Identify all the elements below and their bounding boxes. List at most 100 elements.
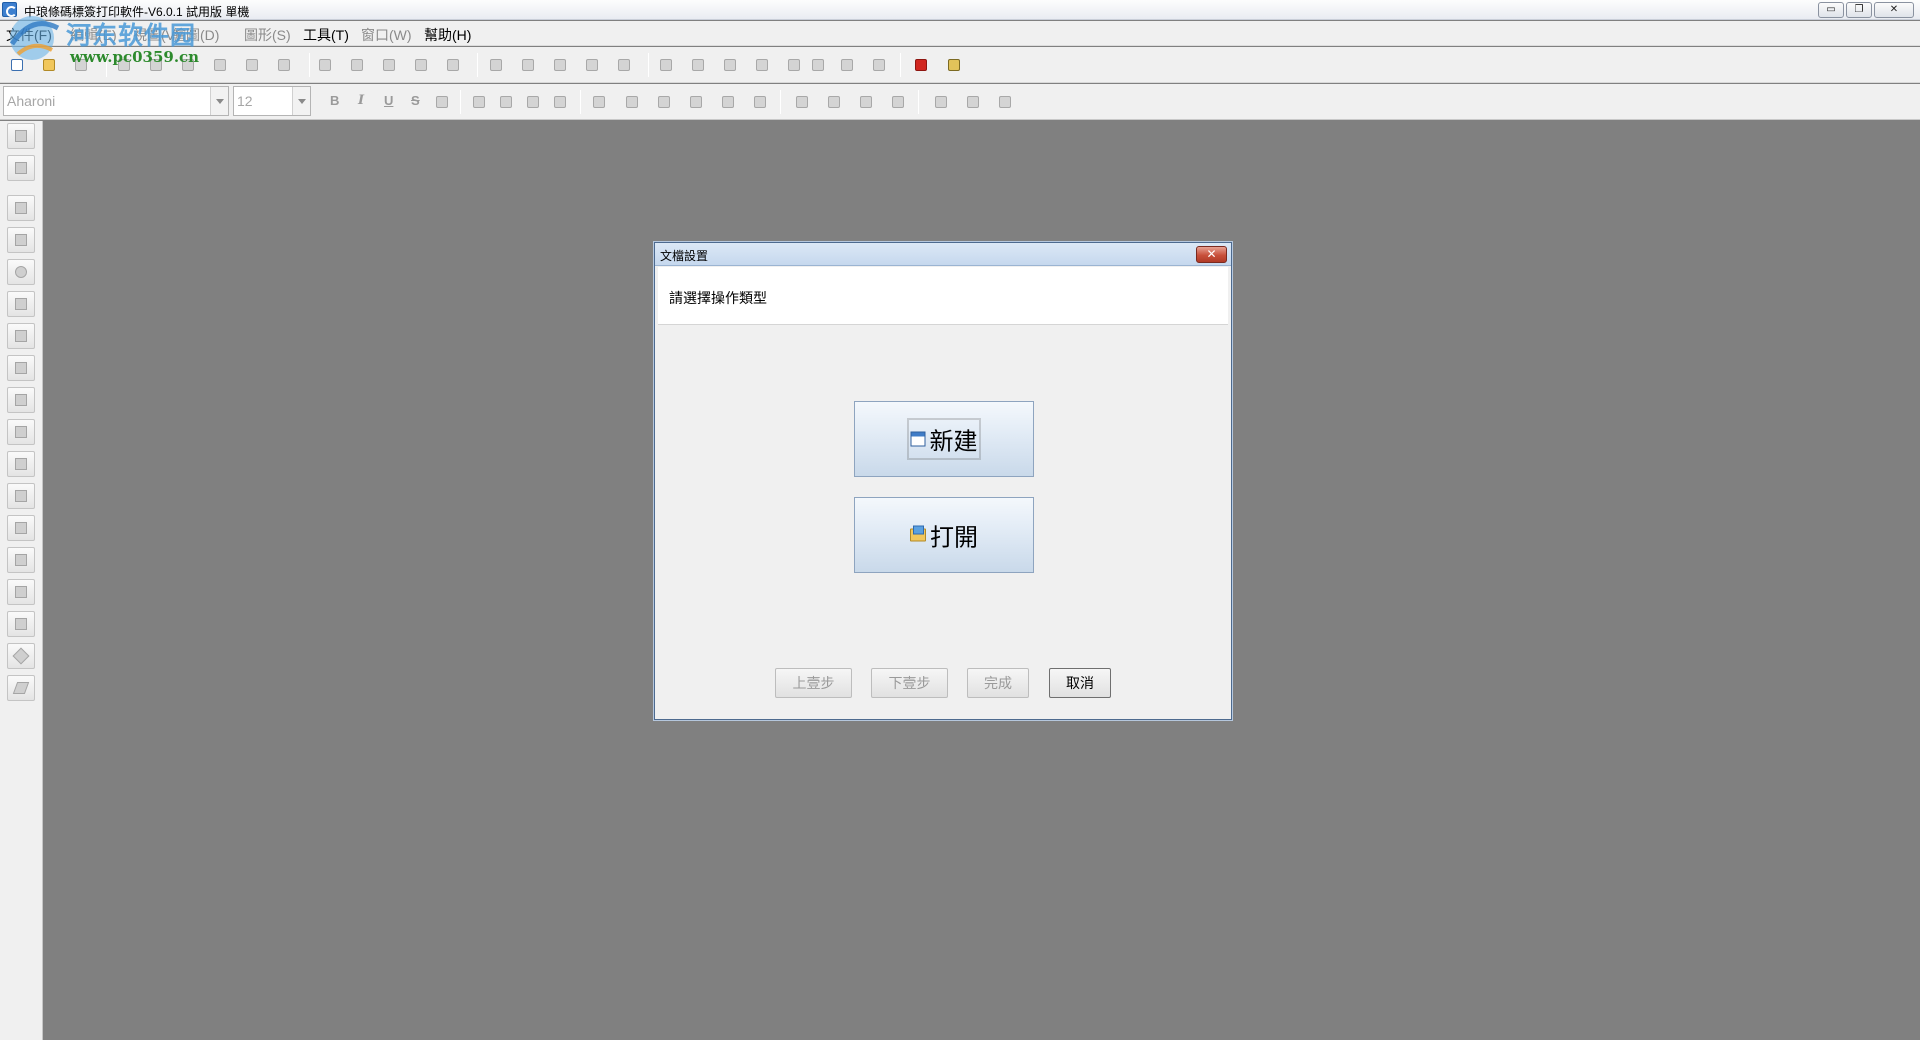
align-objects-center-icon[interactable] bbox=[751, 93, 769, 111]
group-icon[interactable] bbox=[721, 56, 739, 74]
parallelogram-icon[interactable] bbox=[7, 675, 35, 701]
cancel-button[interactable]: 取消 bbox=[1049, 668, 1111, 698]
print-icon[interactable] bbox=[147, 56, 165, 74]
open-button-content: 打開 bbox=[910, 518, 978, 553]
image-icon[interactable] bbox=[7, 419, 35, 445]
close-window-button[interactable]: ✕ bbox=[1874, 2, 1914, 18]
char-spacing-icon[interactable] bbox=[433, 93, 451, 111]
undo-icon[interactable] bbox=[412, 56, 430, 74]
menu-shape[interactable]: 圖形(S) bbox=[244, 25, 291, 45]
paste-icon[interactable] bbox=[380, 56, 398, 74]
new-button[interactable]: 新建 bbox=[854, 401, 1034, 477]
menu-help[interactable]: 幫助(H) bbox=[424, 25, 471, 45]
align-left-text-icon[interactable] bbox=[470, 93, 488, 111]
pointer-icon[interactable] bbox=[7, 123, 35, 149]
font-name-select[interactable]: Aharoni bbox=[3, 86, 229, 116]
next-step-button[interactable]: 下壹步 bbox=[871, 668, 948, 698]
dialog-title-bar: 文檔設置 ✕ bbox=[655, 243, 1231, 266]
copy-icon[interactable] bbox=[348, 56, 366, 74]
line-icon[interactable] bbox=[7, 195, 35, 221]
justify-text-icon[interactable] bbox=[551, 93, 569, 111]
bring-front-icon[interactable] bbox=[657, 56, 675, 74]
underline-button[interactable]: U bbox=[384, 93, 393, 108]
zoom-out-icon[interactable] bbox=[519, 56, 537, 74]
open-doc-icon[interactable] bbox=[40, 56, 58, 74]
print-settings-icon[interactable] bbox=[179, 56, 197, 74]
toolbar-separator bbox=[309, 53, 310, 77]
same-width-icon[interactable] bbox=[793, 93, 811, 111]
align-objects-bottom-icon[interactable] bbox=[687, 93, 705, 111]
minimize-button[interactable]: ▭ bbox=[1818, 2, 1844, 18]
menu-tools[interactable]: 工具(T) bbox=[303, 25, 349, 45]
print-preview-icon[interactable] bbox=[115, 56, 133, 74]
diamond-icon[interactable] bbox=[7, 643, 35, 669]
shape-icon[interactable] bbox=[7, 451, 35, 477]
ellipse-icon[interactable] bbox=[7, 259, 35, 285]
calculator-icon[interactable] bbox=[945, 56, 963, 74]
font-size-select[interactable]: 12 bbox=[233, 86, 311, 116]
italic-button[interactable]: I bbox=[358, 93, 364, 108]
send-back-icon[interactable] bbox=[689, 56, 707, 74]
actual-size-icon[interactable] bbox=[583, 56, 601, 74]
dialog-instruction: 請選擇操作類型 bbox=[669, 290, 767, 306]
grid-icon[interactable] bbox=[275, 56, 293, 74]
paragraph-icon[interactable] bbox=[7, 387, 35, 413]
toolbar-separator bbox=[580, 90, 581, 114]
rectangle-icon[interactable] bbox=[7, 227, 35, 253]
rotate-left-icon[interactable] bbox=[932, 93, 950, 111]
align-objects-right-icon[interactable] bbox=[623, 93, 641, 111]
page-fit-icon[interactable] bbox=[615, 56, 633, 74]
zoom-in-icon[interactable] bbox=[487, 56, 505, 74]
chevron-down-icon[interactable] bbox=[292, 87, 310, 115]
pan-icon[interactable] bbox=[7, 155, 35, 181]
text-icon[interactable] bbox=[7, 355, 35, 381]
distribute-icon[interactable] bbox=[870, 56, 888, 74]
window-controls: ▭ ❐ ✕ bbox=[1818, 2, 1914, 18]
menu-edit[interactable]: 編輯(E) bbox=[70, 25, 117, 45]
align-center-text-icon[interactable] bbox=[497, 93, 515, 111]
save-icon[interactable] bbox=[72, 56, 90, 74]
menu-window[interactable]: 窗口(W) bbox=[361, 25, 412, 45]
rotate-right-icon[interactable] bbox=[996, 93, 1014, 111]
menu-draw[interactable]: 繪圖(D) bbox=[172, 25, 219, 45]
focus-indicator: 新建 bbox=[907, 418, 981, 460]
qrcode-icon[interactable] bbox=[7, 323, 35, 349]
rotate-180-icon[interactable] bbox=[964, 93, 982, 111]
cut-icon[interactable] bbox=[316, 56, 334, 74]
data-source-icon[interactable] bbox=[243, 56, 261, 74]
new-doc-icon[interactable] bbox=[8, 56, 26, 74]
align-objects-top-icon[interactable] bbox=[655, 93, 673, 111]
polygon-icon[interactable] bbox=[7, 579, 35, 605]
redo-icon[interactable] bbox=[444, 56, 462, 74]
menu-file[interactable]: 文件(F) bbox=[6, 25, 52, 45]
prev-step-button[interactable]: 上壹步 bbox=[775, 668, 852, 698]
window-title: 中琅條碼標簽打印軟件-V6.0.1 試用版 單機 bbox=[24, 5, 250, 19]
delete-icon[interactable] bbox=[809, 56, 827, 74]
lock-icon[interactable] bbox=[785, 56, 803, 74]
curve-icon[interactable] bbox=[7, 515, 35, 541]
menu-bar: 文件(F) 編輯(E) 視圖(V) 繪圖(D) 圖形(S) 工具(T) 窗口(W… bbox=[0, 21, 1920, 46]
barcode-icon[interactable] bbox=[7, 291, 35, 317]
dialog-close-button[interactable]: ✕ bbox=[1196, 246, 1227, 263]
v-spacing-icon[interactable] bbox=[889, 93, 907, 111]
align-right-text-icon[interactable] bbox=[524, 93, 542, 111]
align-objects-middle-icon[interactable] bbox=[719, 93, 737, 111]
ungroup-icon[interactable] bbox=[753, 56, 771, 74]
align-left-icon[interactable] bbox=[838, 56, 856, 74]
triangle-icon[interactable] bbox=[7, 611, 35, 637]
finish-button[interactable]: 完成 bbox=[967, 668, 1029, 698]
arc-icon[interactable] bbox=[7, 547, 35, 573]
same-height-icon[interactable] bbox=[825, 93, 843, 111]
pdf-icon[interactable] bbox=[912, 56, 930, 74]
bold-button[interactable]: B bbox=[330, 93, 339, 108]
database-icon[interactable] bbox=[211, 56, 229, 74]
chevron-down-icon[interactable] bbox=[210, 87, 228, 115]
strikethrough-button[interactable]: S bbox=[411, 93, 420, 108]
open-button[interactable]: 打開 bbox=[854, 497, 1034, 573]
h-spacing-icon[interactable] bbox=[857, 93, 875, 111]
table-icon[interactable] bbox=[7, 483, 35, 509]
toolbar-separator bbox=[900, 53, 901, 77]
align-objects-left-icon[interactable] bbox=[590, 93, 608, 111]
zoom-fit-icon[interactable] bbox=[551, 56, 569, 74]
restore-button[interactable]: ❐ bbox=[1846, 2, 1872, 18]
